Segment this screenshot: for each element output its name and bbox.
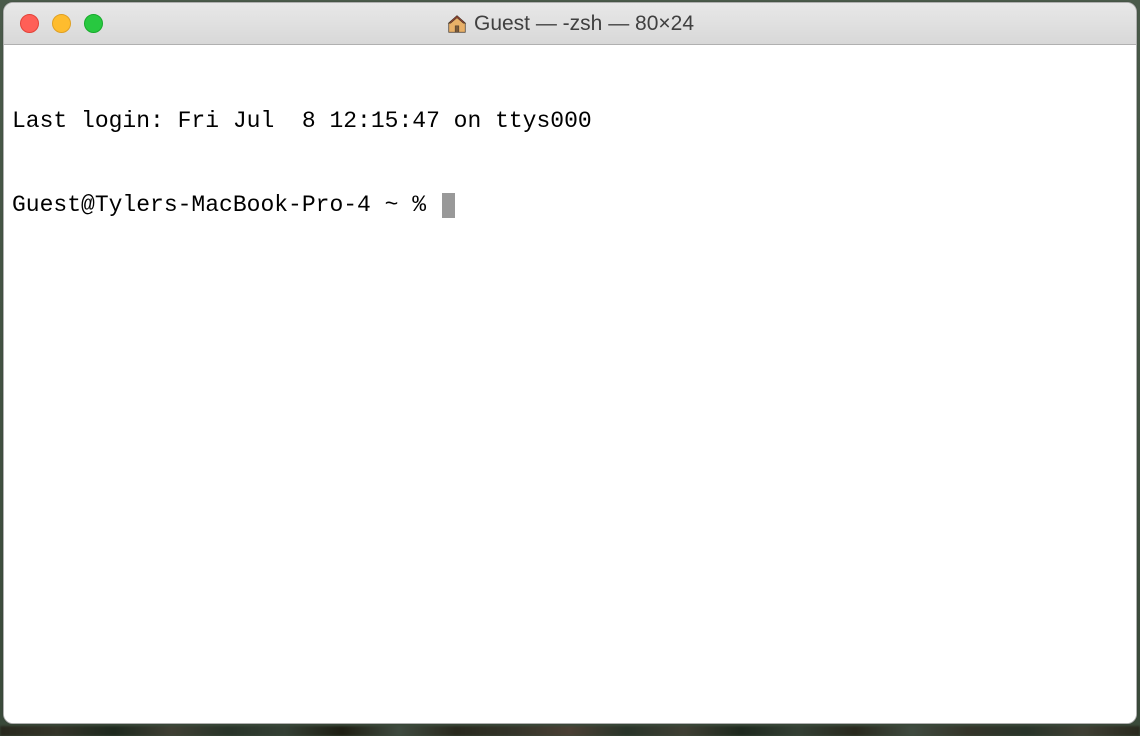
titlebar[interactable]: Guest — -zsh — 80×24 xyxy=(4,3,1136,45)
terminal-window: Guest — -zsh — 80×24 Last login: Fri Jul… xyxy=(3,2,1137,724)
prompt-line: Guest@Tylers-MacBook-Pro-4 ~ % xyxy=(12,191,1128,219)
prompt-text: Guest@Tylers-MacBook-Pro-4 ~ % xyxy=(12,191,440,219)
minimize-button[interactable] xyxy=(52,14,71,33)
window-title: Guest — -zsh — 80×24 xyxy=(474,12,694,36)
close-button[interactable] xyxy=(20,14,39,33)
title-container: Guest — -zsh — 80×24 xyxy=(4,3,1136,44)
desktop-background-strip xyxy=(0,726,1140,736)
home-icon xyxy=(446,13,468,35)
cursor xyxy=(442,193,455,218)
traffic-lights xyxy=(4,14,103,33)
zoom-button[interactable] xyxy=(84,14,103,33)
terminal-body[interactable]: Last login: Fri Jul 8 12:15:47 on ttys00… xyxy=(4,45,1136,723)
last-login-text: Last login: Fri Jul 8 12:15:47 on ttys00… xyxy=(12,107,1128,135)
